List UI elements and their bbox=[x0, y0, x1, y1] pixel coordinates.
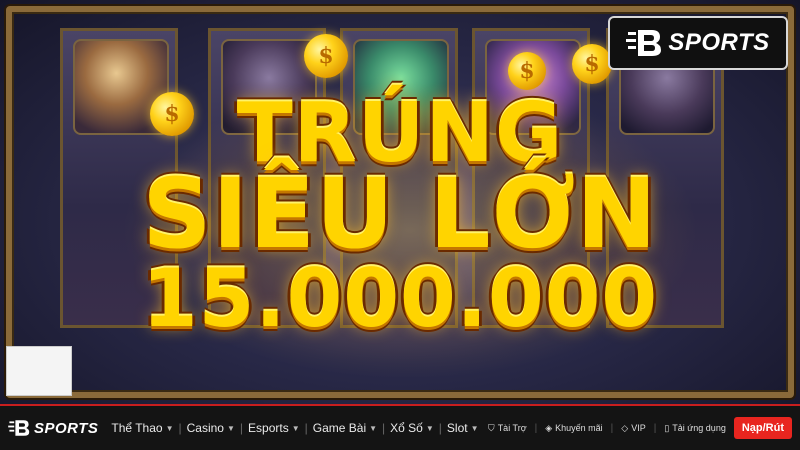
utility-links: ⛉ Tài Trợ | ◈ Khuyến mãi | ◇ VIP | ▯ Tải ứng… bbox=[488, 417, 792, 439]
coin-icon: $ bbox=[304, 34, 348, 78]
bottom-navbar: SPORTS Thể Thao ▼ | Casino ▼ | Esports ▼ | … bbox=[0, 404, 800, 450]
vip-link[interactable]: ◇ VIP bbox=[621, 423, 645, 434]
menu-item-the-thao[interactable]: Thể Thao ▼ bbox=[106, 421, 178, 435]
b-logo-icon bbox=[626, 30, 662, 56]
brand-name: SPORTS bbox=[668, 29, 770, 56]
chevron-down-icon: ▼ bbox=[470, 423, 479, 433]
mobile-app-icon: ▯ bbox=[664, 422, 670, 433]
sponsor-link[interactable]: ⛉ Tài Trợ bbox=[488, 423, 527, 434]
chevron-down-icon: ▼ bbox=[369, 423, 378, 433]
brand-badge: SPORTS bbox=[610, 18, 786, 68]
divider: | bbox=[653, 422, 657, 434]
b-logo-icon bbox=[8, 420, 30, 436]
prize-amount: 15.000.000 bbox=[141, 252, 659, 345]
divider: | bbox=[534, 422, 538, 434]
deposit-withdraw-button[interactable]: Nạp/Rút bbox=[733, 417, 792, 439]
nav-logo-text: SPORTS bbox=[34, 419, 99, 437]
menu-item-xo-so[interactable]: Xổ Số ▼ bbox=[385, 421, 439, 435]
menu-item-game-bai[interactable]: Game Bài ▼ bbox=[308, 421, 382, 435]
chevron-down-icon: ▼ bbox=[291, 423, 300, 433]
chevron-down-icon: ▼ bbox=[165, 423, 174, 433]
app-download-link[interactable]: ▯ Tải ứng dụng bbox=[664, 423, 726, 434]
menu-item-slot[interactable]: Slot ▼ bbox=[442, 421, 484, 435]
coin-icon: $ bbox=[508, 52, 546, 90]
menu-item-casino[interactable]: Casino ▼ bbox=[182, 421, 240, 435]
chevron-down-icon: ▼ bbox=[226, 423, 235, 433]
divider: | bbox=[610, 422, 614, 434]
promo-tag-icon: ◈ bbox=[545, 422, 553, 433]
promo-banner[interactable]: $ $ $ $ TRÚNG SIÊU LỚN 15.000.000 SPORTS bbox=[0, 0, 800, 404]
chevron-down-icon: ▼ bbox=[425, 423, 434, 433]
coin-icon: $ bbox=[572, 44, 612, 84]
vip-diamond-icon: ◇ bbox=[621, 422, 629, 433]
main-menu: Thể Thao ▼ | Casino ▼ | Esports ▼ | Game Bà… bbox=[106, 421, 483, 435]
menu-item-esports[interactable]: Esports ▼ bbox=[243, 421, 305, 435]
sponsor-icon: ⛉ bbox=[487, 422, 495, 433]
side-thumbnail[interactable] bbox=[6, 346, 72, 396]
promo-link[interactable]: ◈ Khuyến mãi bbox=[545, 423, 602, 434]
nav-logo[interactable]: SPORTS bbox=[8, 419, 98, 437]
